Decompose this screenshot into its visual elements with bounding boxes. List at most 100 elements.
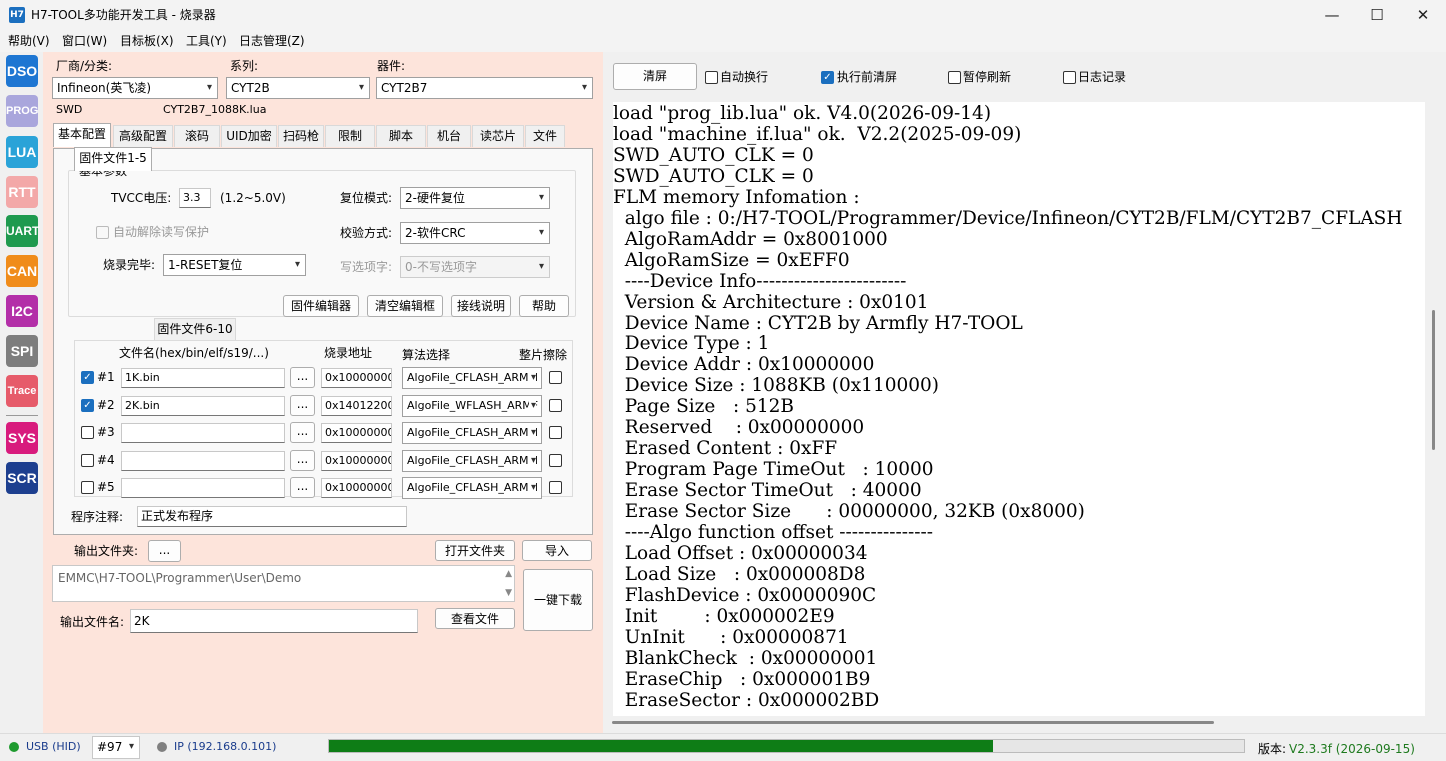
fw-row-3-checkbox[interactable] — [81, 426, 94, 439]
fw-row-5-checkbox[interactable] — [81, 481, 94, 494]
browse-button[interactable]: ... — [290, 367, 315, 388]
tab-read-chip[interactable]: 读芯片 — [472, 125, 524, 147]
fw-algorithm-select[interactable]: AlgoFile_WFLASH_ARMF ▾ — [402, 395, 542, 417]
tool-uart-button[interactable]: UART — [6, 215, 39, 247]
tab-barcode-scanner[interactable]: 扫码枪 — [278, 125, 324, 147]
output-filename-input[interactable]: 2K — [130, 609, 418, 633]
tool-dso-button[interactable]: DSO — [6, 55, 38, 87]
import-button[interactable]: 导入 — [522, 540, 592, 561]
log-line: AlgoRamAddr = 0x8001000 — [613, 228, 888, 250]
scroll-down-icon[interactable]: ▼ — [505, 588, 512, 598]
menu-target-board[interactable]: 目标板(X) — [120, 33, 174, 49]
clear-screen-button[interactable]: 清屏 — [613, 63, 697, 90]
fw-row-2-checkbox[interactable]: ✓ — [81, 399, 94, 412]
fw-file-input[interactable] — [121, 478, 285, 498]
output-folder-browse-button[interactable]: ... — [148, 540, 181, 562]
fw-chip-erase-checkbox[interactable] — [549, 426, 562, 439]
fw-row-4-checkbox[interactable] — [81, 454, 94, 467]
tab-limits[interactable]: 限制 — [325, 125, 375, 147]
fw-address-input[interactable]: 0x14012200 — [321, 396, 392, 416]
firmware-editor-button[interactable]: 固件编辑器 — [283, 295, 359, 317]
scroll-up-icon[interactable]: ▲ — [505, 569, 512, 579]
program-note-input[interactable]: 正式发布程序 — [137, 506, 407, 527]
program-note-label: 程序注释: — [71, 510, 124, 524]
fw-file-input[interactable] — [121, 451, 285, 471]
fw-row-1-checkbox[interactable]: ✓ — [81, 371, 94, 384]
tool-rtt-button[interactable]: RTT — [6, 176, 38, 208]
part-select[interactable]: CYT2B7 ▾ — [376, 77, 593, 99]
menu-help[interactable]: 帮助(V) — [8, 33, 50, 49]
auto-unlock-checkbox[interactable] — [96, 226, 109, 239]
pause-refresh-checkbox[interactable] — [948, 71, 961, 84]
fw-row-index: #5 — [97, 480, 115, 494]
fw-chip-erase-checkbox[interactable] — [549, 481, 562, 494]
tvcc-input[interactable]: 3.3 — [179, 188, 211, 208]
fw-chip-erase-checkbox[interactable] — [549, 399, 562, 412]
vendor-select[interactable]: Infineon(英飞凌) ▾ — [52, 77, 218, 99]
tool-can-button[interactable]: CAN — [6, 255, 38, 287]
fw-chip-erase-checkbox[interactable] — [549, 454, 562, 467]
fw-address-input[interactable]: 0x10000000 — [321, 478, 392, 498]
tab-script[interactable]: 脚本 — [376, 125, 426, 147]
fw-chip-erase-checkbox[interactable] — [549, 371, 562, 384]
fw-address-input[interactable]: 0x10000000 — [321, 423, 392, 443]
browse-button[interactable]: ... — [290, 477, 315, 498]
tool-i2c-button[interactable]: I2C — [6, 295, 38, 327]
tab-rolling-code[interactable]: 滚码 — [174, 125, 220, 147]
open-folder-button[interactable]: 打开文件夹 — [435, 540, 515, 561]
option-bytes-label: 写选项字: — [340, 260, 393, 274]
clear-editor-button[interactable]: 清空编辑框 — [367, 295, 443, 317]
tool-lua-button[interactable]: LUA — [6, 136, 38, 168]
fw-address-input[interactable]: 0x10000000 — [321, 451, 392, 471]
tab-file[interactable]: 文件 — [525, 125, 565, 147]
tab-advanced-config[interactable]: 高级配置 — [113, 125, 173, 147]
log-vertical-scrollbar[interactable] — [1432, 310, 1435, 450]
log-record-checkbox[interactable] — [1063, 71, 1076, 84]
auto-wrap-checkbox[interactable] — [705, 71, 718, 84]
option-bytes-select[interactable]: 0-不写选项字 ▾ — [400, 256, 550, 278]
clear-before-run-checkbox[interactable]: ✓ — [821, 71, 834, 84]
fw-file-input[interactable]: 2K.bin — [121, 396, 285, 416]
tab-uid-encrypt[interactable]: UID加密 — [221, 125, 277, 147]
menu-tools[interactable]: 工具(Y) — [186, 33, 227, 49]
browse-button[interactable]: ... — [290, 395, 315, 416]
fw-file-input[interactable] — [121, 423, 285, 443]
finish-action-select[interactable]: 1-RESET复位 ▾ — [163, 254, 306, 276]
fw-algorithm-select[interactable]: AlgoFile_CFLASH_ARMFl ▾ — [402, 422, 542, 444]
browse-button[interactable]: ... — [290, 450, 315, 471]
tab-firmware-6-10[interactable]: 固件文件6-10 — [154, 318, 236, 340]
tool-prog-button[interactable]: PROG — [6, 95, 38, 127]
tool-scr-button[interactable]: SCR — [6, 462, 38, 494]
tool-trace-button[interactable]: Trace — [6, 375, 38, 407]
fw-algorithm-select[interactable]: AlgoFile_CFLASH_ARMFl ▾ — [402, 477, 542, 499]
usb-status-icon — [9, 742, 19, 752]
verify-mode-select[interactable]: 2-软件CRC ▾ — [400, 222, 550, 244]
series-select[interactable]: CYT2B ▾ — [226, 77, 370, 99]
browse-button[interactable]: ... — [290, 422, 315, 443]
device-number-select[interactable]: #97 ▾ — [92, 736, 140, 759]
menu-window[interactable]: 窗口(W) — [62, 33, 107, 49]
view-file-button[interactable]: 查看文件 — [435, 608, 515, 629]
one-click-download-button[interactable]: 一键下载 — [523, 569, 593, 631]
close-button[interactable]: ✕ — [1400, 0, 1446, 30]
tool-sys-button[interactable]: SYS — [6, 422, 38, 454]
tab-machine[interactable]: 机台 — [427, 125, 471, 147]
tab-firmware-1-5[interactable]: 固件文件1-5 — [74, 147, 152, 171]
device-number-value: #97 — [97, 740, 123, 754]
log-output[interactable]: load "prog_lib.lua" ok. V4.0(2026-09-14)… — [613, 102, 1425, 716]
fw-address-input[interactable]: 0x10000000 — [321, 368, 392, 388]
fw-algorithm-select[interactable]: AlgoFile_CFLASH_ARMFl ▾ — [402, 367, 542, 389]
maximize-button[interactable]: ☐ — [1354, 0, 1400, 30]
menu-log-management[interactable]: 日志管理(Z) — [239, 33, 305, 49]
help-button[interactable]: 帮助 — [519, 295, 569, 317]
log-horizontal-scrollbar[interactable] — [612, 721, 1214, 724]
reset-mode-select[interactable]: 2-硬件复位 ▾ — [400, 187, 550, 209]
menu-bar: 帮助(V) 窗口(W) 目标板(X) 工具(Y) 日志管理(Z) — [0, 30, 1446, 52]
output-folder-path[interactable]: EMMC\H7-TOOL\Programmer\User\Demo ▲ ▼ — [52, 565, 515, 602]
fw-algorithm-select[interactable]: AlgoFile_CFLASH_ARMFl ▾ — [402, 450, 542, 472]
minimize-button[interactable]: — — [1309, 0, 1355, 30]
tool-spi-button[interactable]: SPI — [6, 335, 38, 367]
tab-basic-config[interactable]: 基本配置 — [53, 123, 111, 147]
wiring-guide-button[interactable]: 接线说明 — [451, 295, 511, 317]
fw-file-input[interactable]: 1K.bin — [121, 368, 285, 388]
